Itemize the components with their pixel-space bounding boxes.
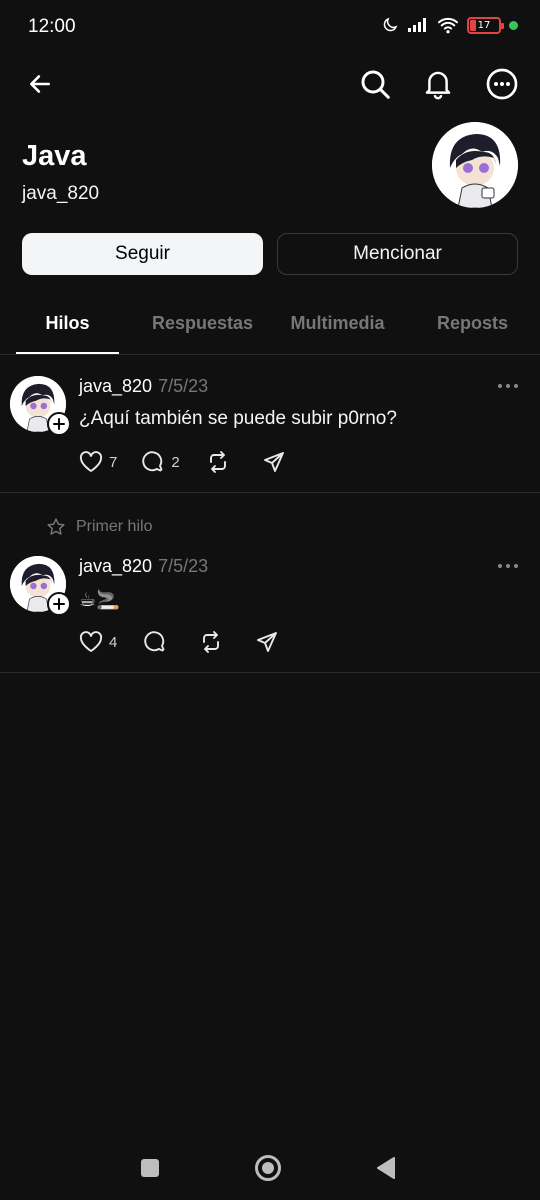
recent-apps-button[interactable] [141,1159,159,1177]
like-button[interactable]: 4 [79,631,117,653]
comment-icon [142,451,163,472]
pinned-row: Primer hilo [46,517,152,537]
follow-button[interactable]: Seguir [22,233,263,275]
tab-reposts[interactable]: Reposts [405,313,540,334]
profile-avatar[interactable] [432,122,518,208]
reply-count: 2 [171,453,180,471]
tabs-divider [0,354,540,355]
send-icon [263,452,284,472]
post-header: java_820 7/5/23 [79,556,208,577]
more-circle-icon [486,68,518,100]
post-actions: 7 2 [79,450,286,474]
repost-button[interactable] [206,450,230,474]
triangle-back-icon [377,1157,395,1179]
post-text: ☕🚬 [79,590,120,611]
post-divider [0,672,540,673]
back-button[interactable] [22,66,58,102]
privacy-indicator-dot [509,20,518,30]
share-button[interactable] [255,630,279,654]
status-time: 12:00 [28,16,76,37]
post-username[interactable]: java_820 [79,376,152,396]
repost-icon [203,631,220,653]
tab-hilos[interactable]: Hilos [0,313,135,334]
mention-button[interactable]: Mencionar [277,233,518,275]
home-button[interactable] [255,1155,281,1181]
plus-icon [53,418,65,430]
post-more-button[interactable] [496,382,520,392]
ellipsis-icon [498,384,518,388]
like-button[interactable]: 7 [79,451,117,473]
post-more-button[interactable] [496,562,520,572]
like-count: 4 [109,633,118,651]
follow-plus-button[interactable] [47,412,71,436]
post-actions: 4 [79,630,279,654]
more-options-button[interactable] [484,66,520,102]
tab-respuestas[interactable]: Respuestas [135,313,270,334]
ellipsis-icon [498,564,518,568]
post-header: java_820 7/5/23 [79,376,208,397]
star-outline-icon [47,518,65,535]
heart-icon [79,631,103,652]
profile-handle: java_820 [22,183,100,204]
follow-plus-button[interactable] [47,592,71,616]
status-icons: 17 [381,16,518,34]
pinned-label: Primer hilo [76,518,153,535]
avatar-illustration-icon [432,122,518,208]
battery-level: 17 [477,19,491,31]
post-username[interactable]: java_820 [79,556,152,576]
back-arrow-icon [30,75,50,93]
tab-multimedia[interactable]: Multimedia [270,313,405,334]
search-button[interactable] [357,66,393,102]
nav-back-button[interactable] [376,1157,396,1179]
send-icon [257,632,278,652]
reply-button[interactable]: 2 [141,450,180,474]
battery-icon: 17 [467,16,504,34]
wifi-icon [437,16,459,34]
post-text: ¿Aquí también se puede subir p0rno? [79,408,397,429]
share-button[interactable] [262,450,286,474]
like-count: 7 [109,453,118,471]
post-divider [0,492,540,493]
comment-icon [144,631,165,652]
heart-icon [79,451,103,472]
post-date: 7/5/23 [158,376,209,396]
repost-button[interactable] [199,630,223,654]
repost-icon [209,451,226,473]
bell-icon [425,71,451,100]
reply-button[interactable] [143,630,167,654]
profile-name: Java [22,140,87,172]
do-not-disturb-moon-icon [381,16,399,34]
signal-icon [407,17,429,33]
search-icon [361,70,390,99]
notifications-button[interactable] [420,66,456,102]
post-date: 7/5/23 [158,556,209,576]
plus-icon [53,598,65,610]
